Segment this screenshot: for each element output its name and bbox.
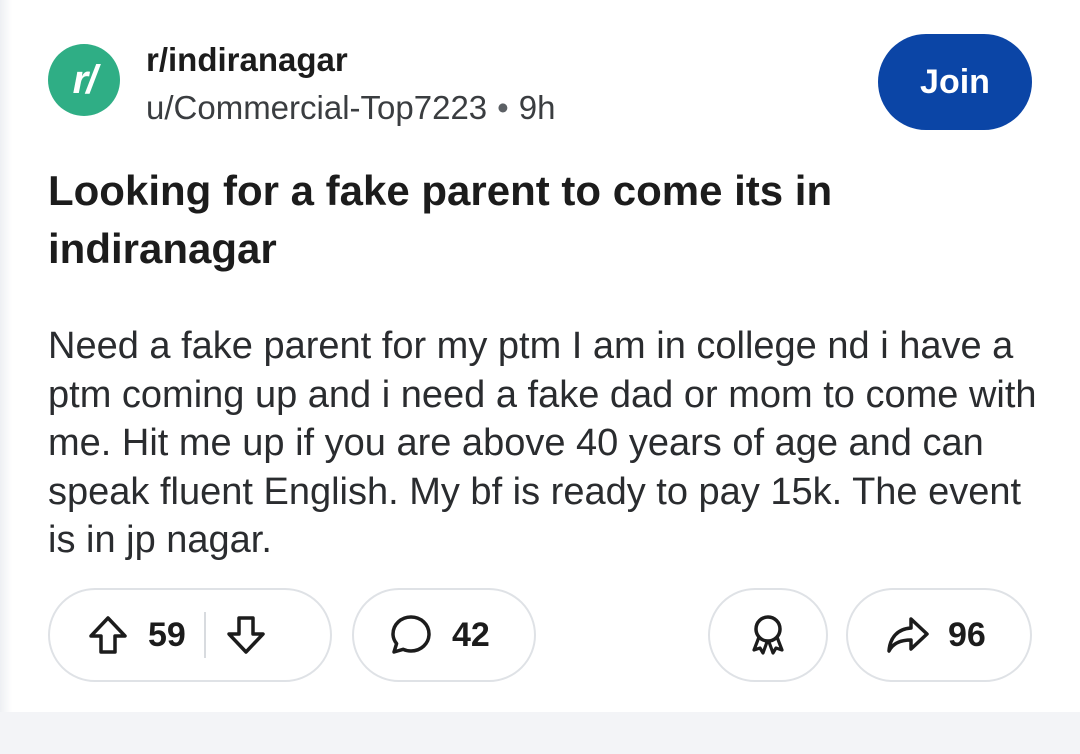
action-bar: 59 42 96	[0, 588, 1080, 684]
share-arrow-icon	[884, 613, 932, 657]
feed-divider	[0, 712, 1080, 754]
comment-button[interactable]: 42	[352, 588, 536, 682]
post-body: Need a fake parent for my ptm I am in co…	[48, 325, 1037, 561]
post-age: 9h	[518, 89, 556, 126]
subreddit-avatar[interactable]: r/	[48, 44, 120, 116]
share-count: 96	[948, 615, 986, 654]
share-button[interactable]: 96	[846, 588, 1032, 682]
post-card: r/ r/indiranagar u/Commercial-Top7223 • 9h…	[0, 0, 1080, 754]
upvote-count: 59	[148, 615, 186, 654]
post-title[interactable]: Looking for a fake parent to come its in…	[48, 162, 1038, 278]
comment-bubble-icon	[388, 612, 434, 658]
vote-pill: 59	[48, 588, 332, 682]
subreddit-icon-text: r/	[72, 57, 98, 102]
post-header: r/ r/indiranagar u/Commercial-Top7223 • 9h…	[48, 34, 1038, 136]
award-button[interactable]	[708, 588, 828, 682]
award-ribbon-icon	[746, 612, 790, 658]
post-meta: u/Commercial-Top7223 • 9h	[146, 88, 555, 128]
vote-divider	[203, 612, 206, 658]
join-button[interactable]: Join	[878, 34, 1032, 130]
meta-separator: •	[497, 89, 509, 126]
author-link[interactable]: u/Commercial-Top7223	[146, 89, 487, 126]
comment-count: 42	[452, 615, 490, 654]
subreddit-name[interactable]: r/indiranagar	[146, 40, 348, 80]
upvote-arrow-icon[interactable]	[86, 613, 130, 657]
downvote-arrow-icon[interactable]	[224, 613, 268, 657]
